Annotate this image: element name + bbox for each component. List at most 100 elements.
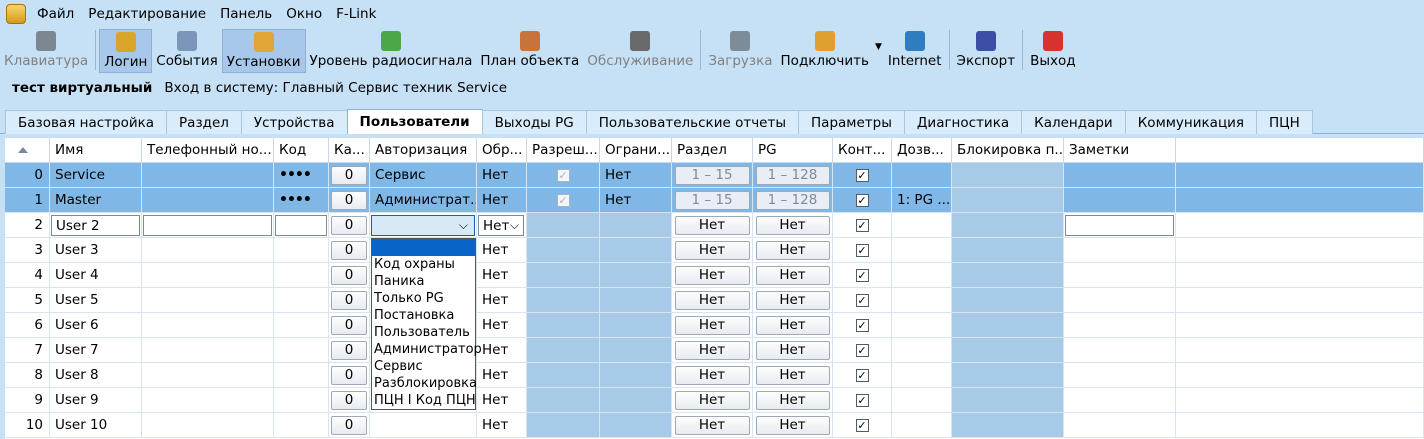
cell-block[interactable]: [952, 338, 1064, 363]
cell-phone[interactable]: [142, 338, 274, 363]
phone-edit-field[interactable]: [143, 215, 272, 236]
toolbar-button-7[interactable]: Загрузка: [704, 29, 776, 73]
cell-obr[interactable]: Нет ⌵: [477, 213, 527, 238]
pg-button[interactable]: Нет: [755, 340, 830, 360]
control-checkbox[interactable]: ✓: [855, 268, 869, 282]
cell-area[interactable]: Нет: [672, 238, 753, 263]
column-header[interactable]: Заметки: [1064, 138, 1176, 163]
cell-idx[interactable]: 4: [5, 263, 50, 288]
table-row[interactable]: 10 User 10 0 Нет Нет Нет ✓: [5, 413, 1424, 438]
card-button[interactable]: 0: [331, 390, 367, 410]
card-button[interactable]: 0: [331, 215, 367, 235]
cell-ctrl[interactable]: ✓: [833, 288, 892, 313]
cell-phone[interactable]: [142, 313, 274, 338]
cell-notes[interactable]: [1064, 338, 1176, 363]
cell-rest[interactable]: [1176, 213, 1424, 238]
toolbar-button-1[interactable]: Логин: [99, 29, 153, 73]
cell-block[interactable]: [952, 263, 1064, 288]
cell-card[interactable]: 0: [329, 338, 370, 363]
column-header[interactable]: Ограни...: [600, 138, 672, 163]
cell-dozv[interactable]: [892, 413, 952, 438]
cell-notes[interactable]: [1064, 213, 1176, 238]
control-checkbox[interactable]: ✓: [855, 343, 869, 357]
column-header[interactable]: PG: [753, 138, 833, 163]
column-header[interactable]: Имя: [50, 138, 142, 163]
cell-card[interactable]: 0: [329, 213, 370, 238]
menu-item-3[interactable]: Окно: [279, 6, 329, 22]
area-button[interactable]: Нет: [674, 290, 750, 310]
toolbar-button-11[interactable]: Выход: [1026, 29, 1080, 73]
cell-block[interactable]: [952, 238, 1064, 263]
cell-card[interactable]: 0: [329, 163, 370, 188]
toolbar-button-10[interactable]: Экспорт: [953, 29, 1020, 73]
cell-auth[interactable]: [370, 413, 477, 438]
cell-ctrl[interactable]: ✓: [833, 313, 892, 338]
cell-dozv[interactable]: [892, 238, 952, 263]
cell-rest[interactable]: [1176, 163, 1424, 188]
card-button[interactable]: 0: [331, 190, 367, 210]
area-button[interactable]: Нет: [674, 240, 750, 260]
cell-limit[interactable]: [600, 413, 672, 438]
cell-rest[interactable]: [1176, 238, 1424, 263]
cell-code[interactable]: [274, 338, 329, 363]
cell-code[interactable]: [274, 213, 329, 238]
cell-rest[interactable]: [1176, 413, 1424, 438]
cell-ctrl[interactable]: ✓: [833, 338, 892, 363]
cell-limit[interactable]: [600, 363, 672, 388]
cell-pg[interactable]: Нет: [753, 413, 833, 438]
table-row[interactable]: 0 Service •••• 0 Сервис Нет ✓ Нет 1 – 15 1 – 128 ✓: [5, 163, 1424, 188]
cell-block[interactable]: [952, 188, 1064, 213]
cell-card[interactable]: 0: [329, 238, 370, 263]
cell-area[interactable]: Нет: [672, 413, 753, 438]
cell-dozv[interactable]: [892, 213, 952, 238]
tab-9[interactable]: Коммуникация: [1124, 110, 1258, 134]
cell-obr[interactable]: Нет: [477, 238, 527, 263]
cell-pg[interactable]: Нет: [753, 238, 833, 263]
cell-limit[interactable]: [600, 238, 672, 263]
dropdown-option[interactable]: Только PG: [372, 290, 475, 307]
cell-phone[interactable]: [142, 238, 274, 263]
pg-button[interactable]: 1 – 128: [755, 190, 830, 210]
cell-idx[interactable]: 6: [5, 313, 50, 338]
cell-code[interactable]: [274, 363, 329, 388]
column-header[interactable]: Телефонный но...: [142, 138, 274, 163]
cell-dozv[interactable]: [892, 163, 952, 188]
cell-allow[interactable]: ✓: [527, 163, 600, 188]
column-header[interactable]: Раздел: [672, 138, 753, 163]
cell-code[interactable]: [274, 238, 329, 263]
pg-button[interactable]: Нет: [755, 265, 830, 285]
cell-ctrl[interactable]: ✓: [833, 388, 892, 413]
area-button[interactable]: Нет: [674, 215, 750, 235]
cell-area[interactable]: 1 – 15: [672, 163, 753, 188]
area-button[interactable]: Нет: [674, 315, 750, 335]
table-row[interactable]: 9 User 9 0 Нет Нет Нет ✓: [5, 388, 1424, 413]
pg-button[interactable]: 1 – 128: [755, 165, 830, 185]
cell-auth[interactable]: Администрат...: [370, 188, 477, 213]
cell-allow[interactable]: [527, 288, 600, 313]
cell-name[interactable]: User 3: [50, 238, 142, 263]
cell-obr[interactable]: Нет: [477, 188, 527, 213]
cell-obr[interactable]: Нет: [477, 163, 527, 188]
cell-rest[interactable]: [1176, 188, 1424, 213]
cell-idx[interactable]: 5: [5, 288, 50, 313]
cell-dozv[interactable]: [892, 338, 952, 363]
cell-dozv[interactable]: [892, 263, 952, 288]
cell-phone[interactable]: [142, 263, 274, 288]
cell-name[interactable]: User 5: [50, 288, 142, 313]
cell-idx[interactable]: 7: [5, 338, 50, 363]
notes-edit-field[interactable]: [1065, 215, 1174, 236]
column-header[interactable]: Ка...: [329, 138, 370, 163]
cell-dozv[interactable]: 1: PG ...: [892, 188, 952, 213]
cell-allow[interactable]: [527, 363, 600, 388]
card-button[interactable]: 0: [331, 340, 367, 360]
cell-rest[interactable]: [1176, 313, 1424, 338]
cell-rest[interactable]: [1176, 363, 1424, 388]
cell-dozv[interactable]: [892, 313, 952, 338]
cell-limit[interactable]: [600, 288, 672, 313]
cell-obr[interactable]: Нет: [477, 363, 527, 388]
cell-block[interactable]: [952, 388, 1064, 413]
tab-5[interactable]: Пользовательские отчеты: [585, 110, 800, 134]
table-row[interactable]: 1 Master •••• 0 Администрат... Нет ✓ Нет 1 – 15 1…: [5, 188, 1424, 213]
cell-phone[interactable]: [142, 213, 274, 238]
pg-button[interactable]: Нет: [755, 240, 830, 260]
